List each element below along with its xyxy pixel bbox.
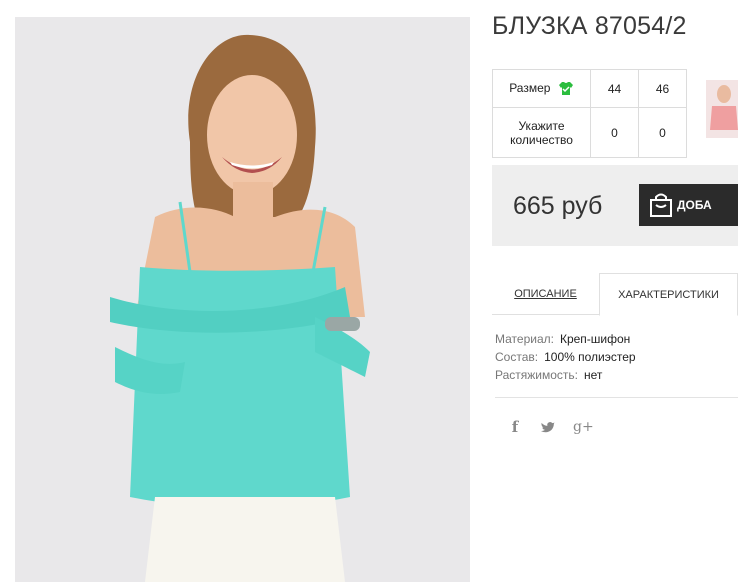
size-label: Размер — [509, 80, 551, 95]
add-to-cart-button[interactable]: ДОБА — [639, 184, 738, 226]
quantity-label: Укажите количество — [492, 107, 591, 158]
google-plus-icon[interactable]: g+ — [573, 419, 594, 435]
social-share: f g+ — [507, 418, 594, 436]
product-tabs: ОПИСАНИЕ ХАРАКТЕРИСТИКИ — [492, 273, 738, 316]
spec-row: Материал: Креп-шифон — [495, 330, 636, 348]
tab-characteristics-label: ХАРАКТЕРИСТИКИ — [618, 288, 719, 301]
tshirt-icon[interactable] — [558, 81, 574, 96]
price-box: 665 руб ДОБА — [492, 165, 738, 246]
price-value: 665 руб — [513, 192, 603, 220]
add-to-cart-label: ДОБА — [677, 198, 712, 212]
size-label-cell: Размер — [492, 69, 591, 108]
spec-value: 100% полиэстер — [544, 350, 636, 364]
tab-description[interactable]: ОПИСАНИЕ — [492, 273, 599, 315]
model-photo-icon — [15, 17, 470, 582]
spec-value: Креп-шифон — [559, 332, 631, 346]
quantity-46[interactable]: 0 — [638, 107, 687, 158]
size-46[interactable]: 46 — [638, 69, 687, 108]
facebook-icon[interactable]: f — [507, 418, 523, 436]
product-photo[interactable] — [15, 17, 470, 582]
product-thumbnail-icon — [706, 80, 738, 138]
spec-key: Растяжимость: — [495, 368, 579, 382]
shopping-bag-icon — [650, 193, 672, 217]
tab-characteristics[interactable]: ХАРАКТЕРИСТИКИ — [599, 273, 738, 316]
spec-row: Состав: 100% полиэстер — [495, 348, 636, 366]
spec-key: Состав: — [495, 350, 539, 364]
spec-key: Материал: — [495, 332, 554, 346]
quantity-44[interactable]: 0 — [590, 107, 639, 158]
size-quantity-table: Размер 44 46 Укажите количество 0 0 — [492, 69, 687, 158]
product-thumbnail[interactable] — [706, 80, 738, 138]
spec-value: нет — [584, 368, 603, 382]
tab-description-label: ОПИСАНИЕ — [514, 288, 577, 300]
size-44[interactable]: 44 — [590, 69, 639, 108]
twitter-icon[interactable] — [541, 421, 555, 433]
specs-list: Материал: Креп-шифон Состав: 100% полиэсте… — [495, 330, 636, 384]
divider — [495, 397, 738, 398]
product-title: БЛУЗКА 87054/2 — [492, 12, 687, 40]
spec-row: Растяжимость: нет — [495, 366, 636, 384]
